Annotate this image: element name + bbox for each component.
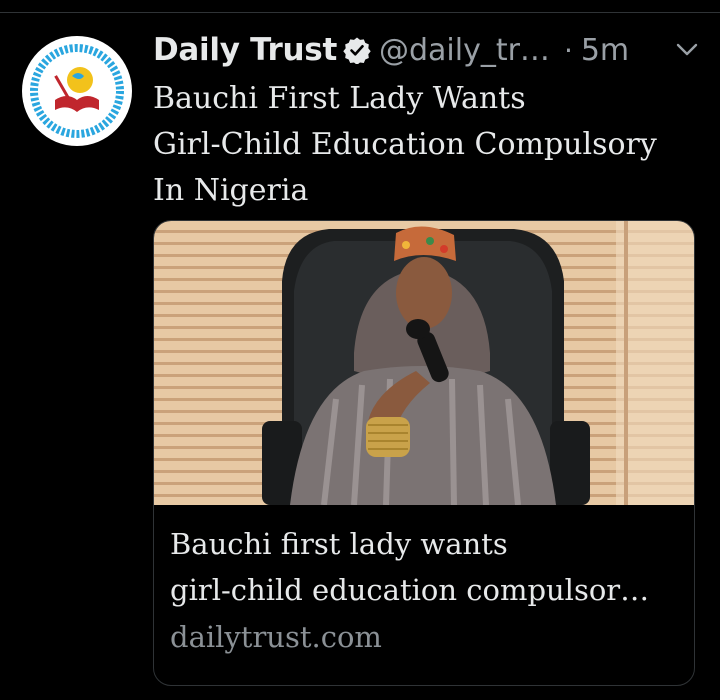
tweet-header: Daily Trust @daily_tr… · 5m — [153, 28, 700, 72]
card-body: Bauchi first lady wants girl-child educa… — [170, 521, 680, 659]
card-domain: dailytrust.com — [170, 620, 382, 654]
separator-dot: · — [563, 33, 573, 67]
avatar[interactable] — [22, 36, 132, 146]
author-handle[interactable]: @daily_tr… — [379, 33, 550, 68]
tweet-text-line: Bauchi First Lady Wants — [153, 81, 526, 116]
chevron-down-icon[interactable] — [674, 37, 700, 63]
verified-badge-icon — [343, 36, 371, 64]
daily-trust-logo — [30, 44, 124, 138]
tweet-timestamp[interactable]: 5m — [581, 33, 629, 68]
tweet-text: Bauchi First Lady Wants Girl-Child Educa… — [153, 76, 698, 214]
tweet-text-line: In Nigeria — [153, 173, 309, 208]
author-name[interactable]: Daily Trust — [153, 32, 337, 68]
tweet-text-line: Girl-Child Education Compulsory — [153, 127, 657, 162]
card-image — [154, 221, 694, 505]
link-preview-card[interactable]: Bauchi first lady wants girl-child educa… — [153, 220, 695, 686]
card-title-line: girl-child education compulsor… — [170, 573, 650, 607]
card-title-line: Bauchi first lady wants — [170, 527, 508, 561]
divider — [0, 12, 720, 13]
